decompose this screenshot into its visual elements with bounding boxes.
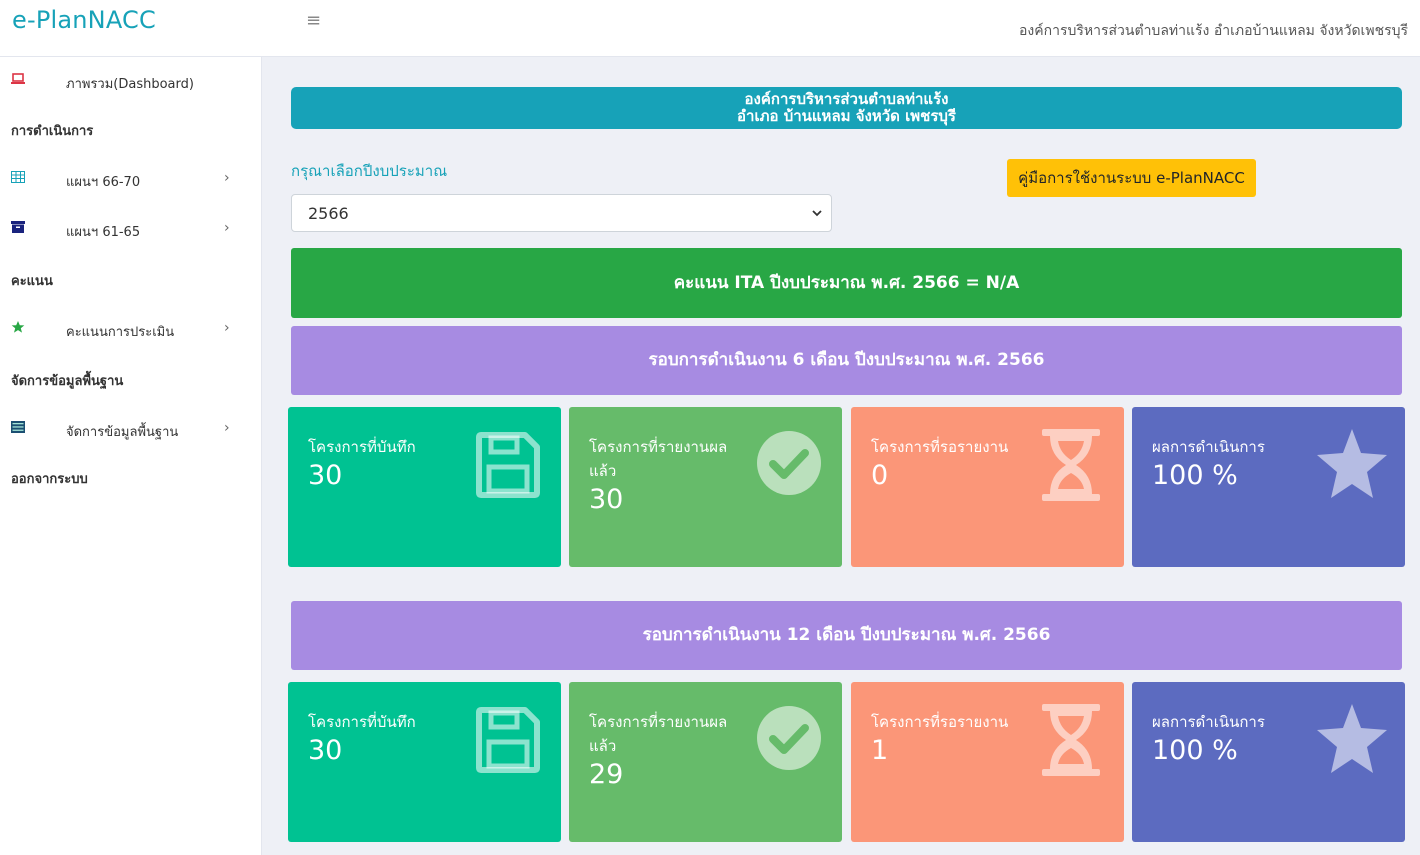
sidebar-item-label: จัดการข้อมูลพื้นฐาน [66, 425, 179, 440]
card-label: ผลการดำเนินการ [1152, 713, 1265, 731]
chevron-right-icon: › [224, 170, 230, 186]
organization-banner: องค์การบริหารส่วนตำบลท่าแร้ง อำเภอ บ้านแ… [291, 87, 1402, 129]
sidebar-item-evaluation[interactable]: คะแนนการประเมิน › [0, 308, 262, 348]
floppy-disk-icon [476, 707, 540, 773]
sidebar-item-plan-66-70[interactable]: แผนฯ 66-70 › [0, 158, 262, 198]
card-reported-projects[interactable]: โครงการที่รายงานผลแล้ว 30 [569, 407, 842, 567]
main-content: องค์การบริหารส่วนตำบลท่าแร้ง อำเภอ บ้านแ… [262, 57, 1420, 855]
card-value: 100 % [1152, 735, 1238, 766]
fiscal-year-value: 2566 [308, 204, 349, 223]
sidebar-section-operations: การดำเนินการ [11, 124, 94, 139]
hourglass-icon [1042, 429, 1100, 501]
sidebar-section-scores: คะแนน [11, 274, 53, 289]
card-label: โครงการที่บันทึก [308, 438, 416, 456]
user-manual-button[interactable]: คู่มือการใช้งานระบบ e-PlanNACC [1007, 159, 1256, 197]
card-value: 30 [308, 735, 343, 766]
top-navbar: e-PlanNACC ≡ องค์การบริหารส่วนตำบลท่าแร้… [0, 0, 1420, 57]
hamburger-menu-icon[interactable]: ≡ [306, 12, 321, 30]
star-icon [11, 321, 25, 333]
banner-line-2: อำเภอ บ้านแหลม จังหวัด เพชรบุรี [737, 107, 956, 125]
card-recorded-projects[interactable]: โครงการที่บันทึก 30 [288, 407, 561, 567]
card-value: 30 [589, 484, 624, 515]
sidebar-item-label: คะแนนการประเมิน [66, 325, 175, 340]
card-value: 1 [871, 735, 889, 766]
sidebar-item-label: ภาพรวม(Dashboard) [66, 77, 194, 92]
sidebar-item-dashboard[interactable]: ภาพรวม(Dashboard) [0, 60, 262, 100]
fiscal-year-label: กรุณาเลือกปีงบประมาณ [291, 162, 448, 180]
star-icon [1317, 704, 1387, 773]
card-value: 0 [871, 460, 889, 491]
chevron-right-icon: › [224, 320, 230, 336]
fiscal-year-select[interactable]: 2566 [291, 194, 832, 232]
card-label: โครงการที่รอรายงาน [871, 713, 1009, 731]
list-icon [11, 421, 25, 433]
card-value: 100 % [1152, 460, 1238, 491]
sidebar-item-label: แผนฯ 66-70 [66, 175, 141, 190]
table-icon [11, 171, 25, 183]
card-label: ผลการดำเนินการ [1152, 438, 1265, 456]
star-icon [1317, 429, 1387, 498]
sidebar: ภาพรวม(Dashboard) การดำเนินการ แผนฯ 66-7… [0, 57, 262, 855]
check-circle-icon [757, 431, 821, 495]
laptop-icon [11, 73, 25, 84]
ita-score-bar: คะแนน ITA ปีงบประมาณ พ.ศ. 2566 = N/A [291, 248, 1402, 318]
chevron-right-icon: › [224, 220, 230, 236]
card-recorded-projects[interactable]: โครงการที่บันทึก 30 [288, 682, 561, 842]
sidebar-section-basedata: จัดการข้อมูลพื้นฐาน [11, 374, 124, 389]
card-result[interactable]: ผลการดำเนินการ 100 % [1132, 682, 1405, 842]
card-label: โครงการที่รายงานผลแล้ว [589, 438, 728, 480]
card-waiting-projects[interactable]: โครงการที่รอรายงาน 0 [851, 407, 1124, 567]
card-waiting-projects[interactable]: โครงการที่รอรายงาน 1 [851, 682, 1124, 842]
round-6-months-header: รอบการดำเนินงาน 6 เดือน ปีงบประมาณ พ.ศ. … [291, 326, 1402, 395]
brand-logo-text[interactable]: e-PlanNACC [12, 6, 156, 34]
sidebar-item-basedata[interactable]: จัดการข้อมูลพื้นฐาน › [0, 408, 262, 448]
card-label: โครงการที่รอรายงาน [871, 438, 1009, 456]
sidebar-item-logout[interactable]: ออกจากระบบ [11, 468, 88, 489]
hourglass-icon [1042, 704, 1100, 776]
card-reported-projects[interactable]: โครงการที่รายงานผลแล้ว 29 [569, 682, 842, 842]
banner-line-1: องค์การบริหารส่วนตำบลท่าแร้ง [744, 90, 949, 108]
floppy-disk-icon [476, 432, 540, 498]
check-circle-icon [757, 706, 821, 770]
chevron-down-icon [812, 210, 822, 217]
organization-name: องค์การบริหารส่วนตำบลท่าแร้ง อำเภอบ้านแห… [1019, 23, 1408, 39]
chevron-right-icon: › [224, 420, 230, 436]
card-value: 29 [589, 759, 624, 790]
archive-icon [11, 221, 25, 233]
card-label: โครงการที่รายงานผลแล้ว [589, 713, 728, 755]
card-result[interactable]: ผลการดำเนินการ 100 % [1132, 407, 1405, 567]
sidebar-item-label: แผนฯ 61-65 [66, 225, 141, 240]
sidebar-item-plan-61-65[interactable]: แผนฯ 61-65 › [0, 208, 262, 248]
card-label: โครงการที่บันทึก [308, 713, 416, 731]
round-12-months-header: รอบการดำเนินงาน 12 เดือน ปีงบประมาณ พ.ศ.… [291, 601, 1402, 670]
card-value: 30 [308, 460, 343, 491]
